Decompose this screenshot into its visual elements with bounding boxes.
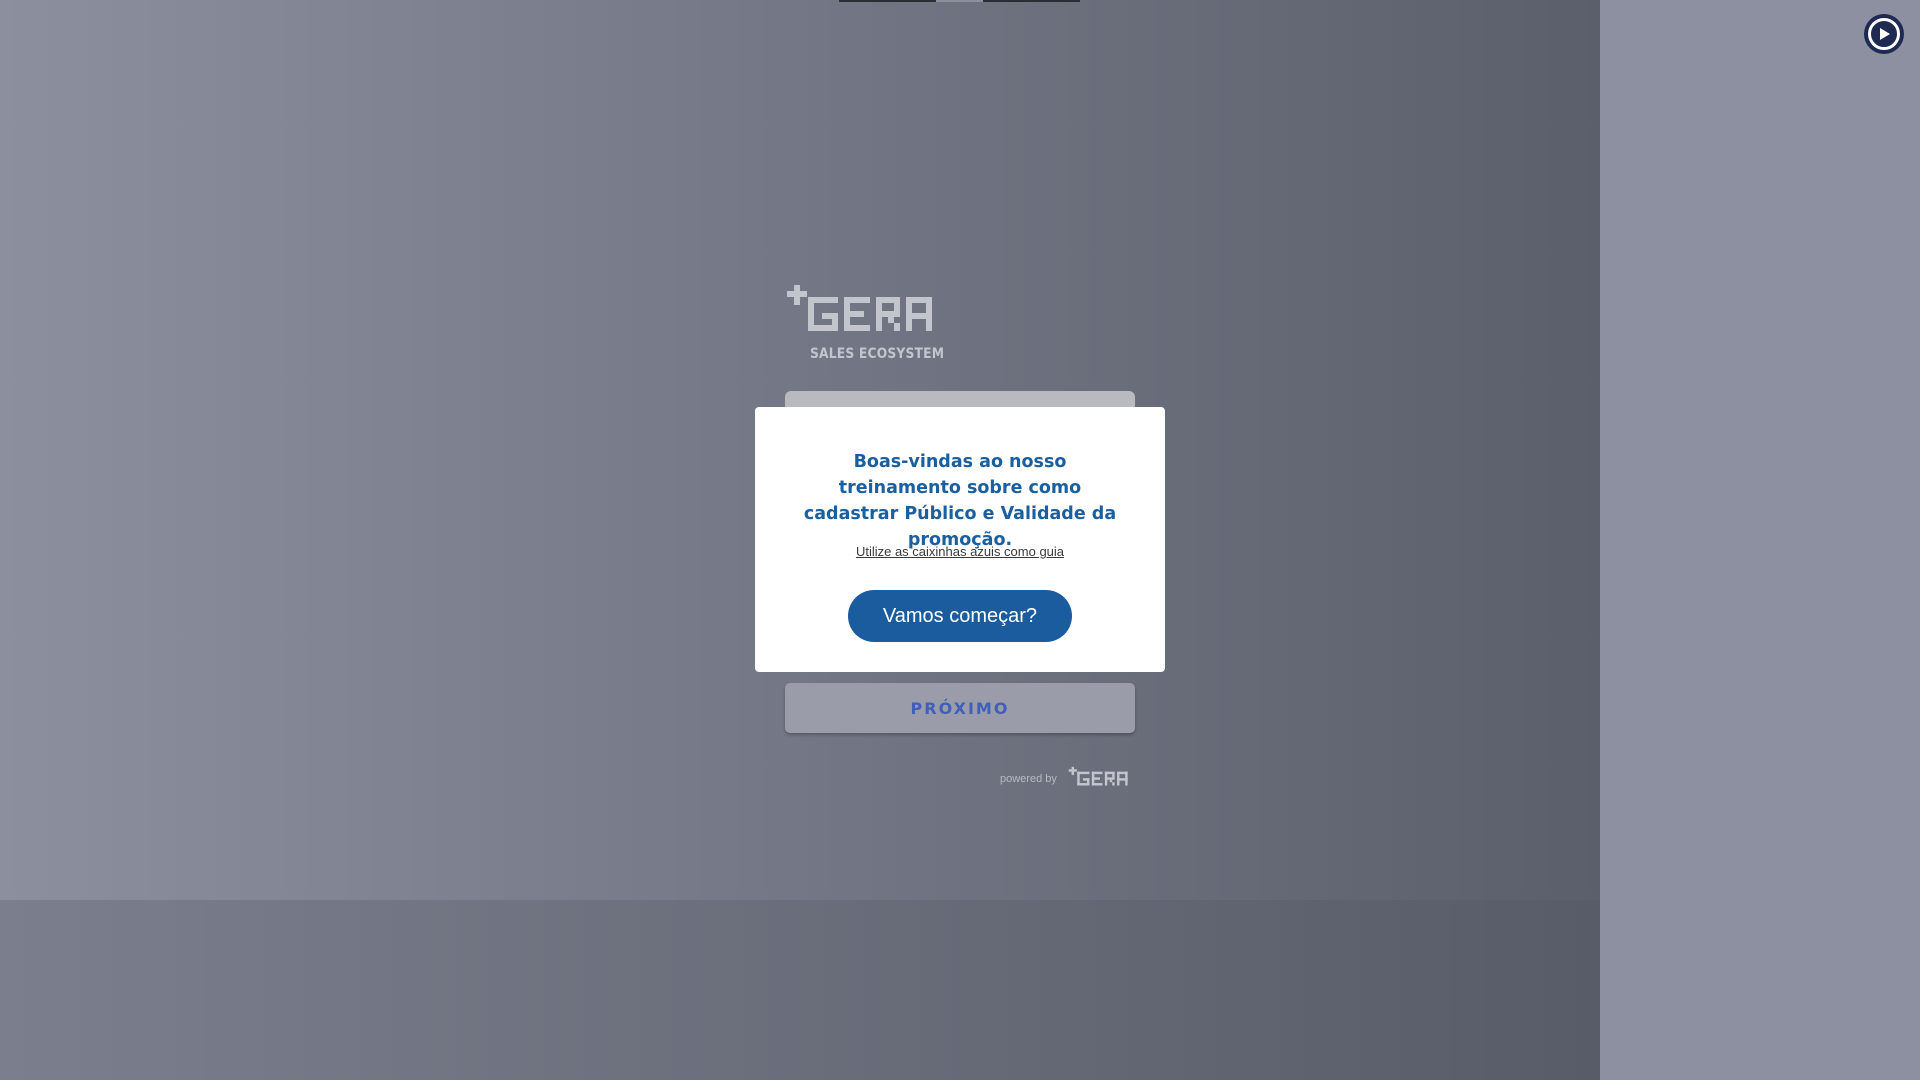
- powered-by-gera-logo: [1068, 766, 1128, 786]
- guide-link[interactable]: Utilize as caixinhas azuis como guia: [755, 544, 1165, 559]
- bottom-backdrop: [0, 900, 1600, 1080]
- right-panel-backdrop: [1600, 0, 1920, 1080]
- top-tab-indicator-middle: [936, 0, 983, 2]
- next-button[interactable]: PRÓXIMO: [785, 683, 1135, 733]
- play-circle-icon: [1868, 18, 1900, 50]
- gera-logo-letters: [808, 297, 932, 331]
- next-button-label: PRÓXIMO: [910, 698, 1010, 718]
- plus-icon: [787, 285, 807, 305]
- logo-subtitle: SALES ECOSYSTEM: [810, 346, 945, 362]
- top-tab-indicator-right: [983, 0, 1080, 2]
- play-tour-button[interactable]: [1864, 14, 1904, 54]
- top-tab-indicator-left: [839, 0, 936, 2]
- start-tour-button[interactable]: Vamos começar?: [848, 590, 1072, 642]
- powered-by-text: powered by: [1000, 773, 1057, 785]
- gera-logo-mark: [787, 285, 932, 331]
- modal-title: Boas-vindas ao nosso treinamento sobre c…: [803, 452, 1117, 550]
- welcome-modal: Boas-vindas ao nosso treinamento sobre c…: [755, 407, 1165, 672]
- app-screen: SALES ECOSYSTEM Boas-vindas ao nosso tre…: [0, 0, 1920, 1080]
- powered-by: powered by: [1000, 766, 1135, 792]
